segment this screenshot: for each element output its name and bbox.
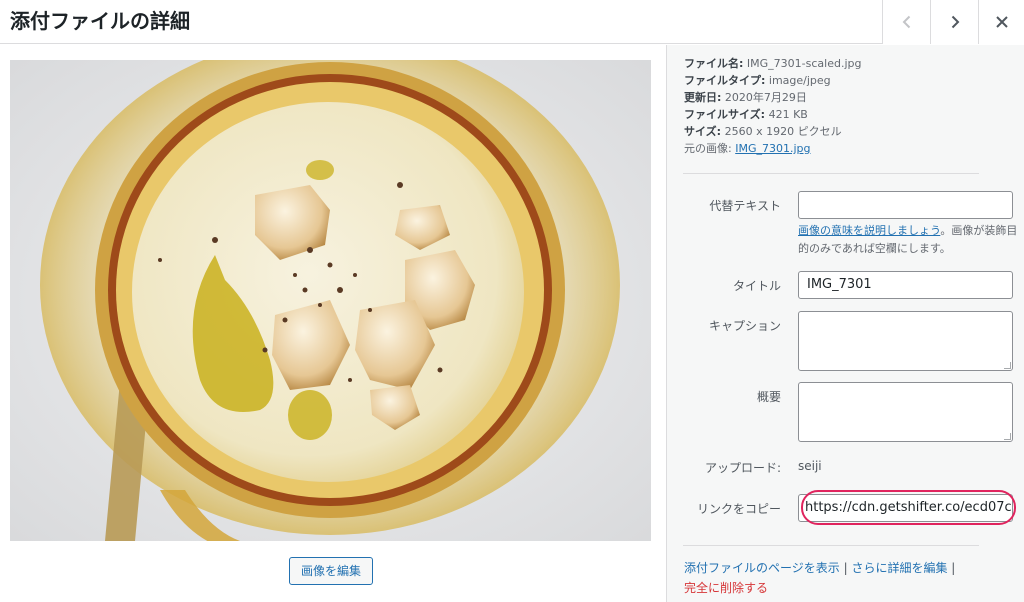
edit-image-button[interactable]: 画像を編集 [289,557,373,585]
uploader-value: seiji [798,459,822,473]
modal-header: 添付ファイルの詳細 [0,0,1024,44]
copy-link-label: リンクをコピー [696,502,781,516]
alt-text-help-link[interactable]: 画像の意味を説明しましょう [798,224,940,237]
filetype-value: image/jpeg [768,74,831,87]
caption-label: キャプション [708,319,781,333]
updated-value: 2020年7月29日 [724,91,807,104]
delete-row: 完全に削除する [684,578,955,598]
delete-permanently-link[interactable]: 完全に削除する [684,581,768,595]
next-button[interactable] [930,0,978,44]
updated-label: 更新日: [684,91,722,104]
filename-value: IMG_7301-scaled.jpg [746,57,862,70]
alt-text-help: 画像の意味を説明しましょう。画像が装飾目的のみであれば空欄にします。 [798,222,1018,258]
view-attachment-page-link[interactable]: 添付ファイルのページを表示 [684,561,840,575]
caption-textarea[interactable] [798,311,1013,371]
actions-row: 添付ファイルのページを表示 | さらに詳細を編集 | [684,558,955,578]
close-button[interactable] [978,0,1024,44]
chevron-left-icon [902,15,910,29]
uploader-label: アップロード: [704,461,781,475]
title-input[interactable]: IMG_7301 [798,271,1013,299]
alt-text-input[interactable] [798,191,1013,219]
title-label: タイトル [732,279,781,293]
filetype-label: ファイルタイプ: [684,74,766,87]
actions-divider [683,545,979,546]
filesize-label: ファイルサイズ: [684,108,766,121]
original-image-link[interactable]: IMG_7301.jpg [735,142,810,155]
filesize-row: ファイルサイズ: 421 KB [684,106,861,123]
filetype-row: ファイルタイプ: image/jpeg [684,72,861,89]
filesize-value: 421 KB [768,108,808,121]
chevron-right-icon [951,15,959,29]
original-image-label: 元の画像: [684,142,732,155]
filename-label: ファイル名: [684,57,744,70]
actions-separator: | [947,561,956,575]
previous-button[interactable] [882,0,930,44]
dimensions-row: サイズ: 2560 x 1920 ピクセル [684,123,861,140]
filename-row: ファイル名: IMG_7301-scaled.jpg [684,55,861,72]
original-image-row: 元の画像: IMG_7301.jpg [684,140,861,157]
dimensions-value: 2560 x 1920 ピクセル [724,125,842,138]
description-label: 概要 [756,390,781,404]
dimensions-label: サイズ: [684,125,722,138]
image-preview-pane: 画像を編集 [0,45,666,602]
details-divider [683,173,979,174]
alt-text-label: 代替テキスト [709,199,781,213]
updated-row: 更新日: 2020年7月29日 [684,89,861,106]
description-textarea[interactable] [798,382,1013,442]
modal-title: 添付ファイルの詳細 [10,9,190,33]
attachment-image [10,60,651,541]
attachment-details-sidebar: ファイル名: IMG_7301-scaled.jpg ファイルタイプ: imag… [666,45,1024,602]
edit-more-details-link[interactable]: さらに詳細を編集 [851,561,947,575]
actions-separator: | [839,561,852,575]
file-details: ファイル名: IMG_7301-scaled.jpg ファイルタイプ: imag… [684,55,861,157]
close-icon [995,16,1008,28]
attachment-actions: 添付ファイルのページを表示 | さらに詳細を編集 | 完全に削除する [684,558,955,598]
highlight-annotation [801,490,1016,525]
